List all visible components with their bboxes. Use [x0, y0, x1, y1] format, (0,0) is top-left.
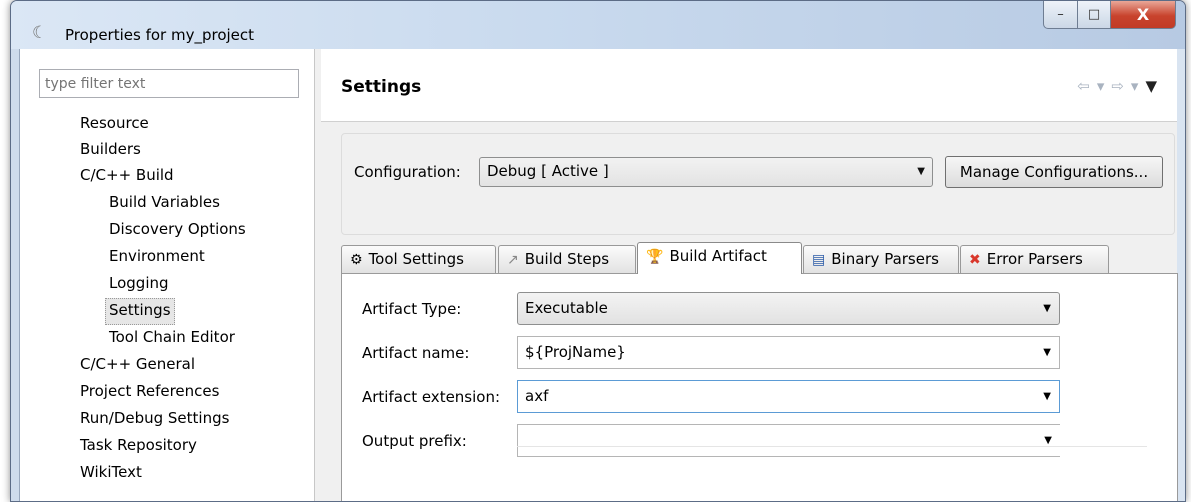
tab-binary-parsers[interactable]: ▤ Binary Parsers [803, 245, 959, 273]
tree-item-task-repository[interactable]: Task Repository [80, 433, 197, 458]
maximize-icon: □ [1087, 7, 1101, 22]
chevron-down-icon: ▼ [917, 166, 925, 177]
filter-input[interactable] [39, 69, 299, 98]
window-title: Properties for my_project [65, 26, 255, 44]
tab-label: Tool Settings [368, 250, 464, 268]
settings-page: Settings ⇦ ▾ ⇨ ▾ ▼ Configuration: Debug … [321, 49, 1178, 501]
artifact-extension-combo[interactable]: axf ▼ [517, 380, 1060, 413]
chevron-down-icon: ▼ [1043, 303, 1051, 314]
tree-item-environment[interactable]: Environment [109, 244, 205, 269]
artifact-type-label: Artifact Type: [362, 300, 462, 318]
tree-item-tool-chain-editor[interactable]: Tool Chain Editor [109, 325, 235, 350]
tree-item-run-debug-settings[interactable]: Run/Debug Settings [80, 406, 229, 431]
navigation-pane: Resource Builders C/C++ Build Build Vari… [20, 49, 314, 501]
trophy-icon: 🏆 [646, 249, 664, 265]
properties-window: ☾ Properties for my_project – □ X Resour… [10, 0, 1186, 502]
tree-item-settings[interactable]: Settings [105, 298, 175, 325]
configuration-select[interactable]: Debug [ Active ] ▼ [479, 157, 933, 187]
output-prefix-combo[interactable]: ▼ [517, 424, 1060, 457]
tree-item-builders[interactable]: Builders [80, 137, 141, 162]
back-dropdown-icon[interactable]: ▾ [1097, 77, 1105, 95]
manage-configurations-button[interactable]: Manage Configurations... [945, 156, 1163, 188]
configuration-value: Debug [ Active ] [487, 162, 609, 180]
tree-item-wikitext[interactable]: WikiText [80, 460, 142, 485]
chevron-down-icon: ▼ [1043, 347, 1051, 358]
artifact-name-label: Artifact name: [362, 344, 470, 362]
build-artifact-panel: Artifact Type: Executable ▼ Artifact nam… [341, 273, 1178, 501]
tab-error-parsers[interactable]: ✖ Error Parsers [960, 245, 1109, 273]
tab-label: Build Steps [524, 250, 610, 268]
artifact-extension-label: Artifact extension: [362, 388, 501, 406]
artifact-name-value: ${ProjName} [525, 343, 626, 361]
configuration-label: Configuration: [354, 163, 461, 181]
window-frame [11, 49, 19, 501]
maximize-button[interactable]: □ [1078, 1, 1111, 29]
build-steps-icon: ↗ [507, 252, 519, 268]
separator [517, 446, 1147, 447]
tab-build-artifact[interactable]: 🏆 Build Artifact [637, 242, 802, 274]
tab-label: Error Parsers [986, 250, 1083, 268]
tree-item-build-variables[interactable]: Build Variables [109, 190, 220, 215]
tree-item-cpp-general[interactable]: C/C++ General [80, 352, 195, 377]
back-arrow-icon[interactable]: ⇦ [1077, 77, 1090, 95]
artifact-extension-value: axf [525, 387, 549, 405]
forward-arrow-icon[interactable]: ⇨ [1111, 77, 1124, 95]
tree-item-logging[interactable]: Logging [109, 271, 169, 296]
tab-build-steps[interactable]: ↗ Build Steps [498, 245, 636, 273]
tree-item-discovery-options[interactable]: Discovery Options [109, 217, 246, 242]
forward-dropdown-icon[interactable]: ▾ [1131, 77, 1139, 95]
binary-icon: ▤ [812, 252, 826, 268]
tab-label: Binary Parsers [831, 250, 939, 268]
tab-tool-settings[interactable]: ⚙ Tool Settings [341, 245, 496, 273]
tab-label: Build Artifact [669, 247, 767, 265]
gear-icon: ⚙ [350, 252, 363, 268]
tree-item-project-references[interactable]: Project References [80, 379, 219, 404]
page-header: Settings ⇦ ▾ ⇨ ▾ ▼ [321, 49, 1177, 122]
artifact-name-combo[interactable]: ${ProjName} ▼ [517, 336, 1060, 369]
artifact-type-value: Executable [525, 299, 608, 317]
view-menu-icon[interactable]: ▼ [1145, 77, 1157, 95]
minimize-button[interactable]: – [1043, 1, 1078, 29]
chevron-down-icon: ▼ [1043, 391, 1051, 402]
tree-item-resource[interactable]: Resource [80, 111, 149, 136]
artifact-type-select[interactable]: Executable ▼ [517, 292, 1060, 325]
eclipse-icon: ☾ [32, 23, 48, 43]
configuration-group: Configuration: Debug [ Active ] ▼ Manage… [341, 133, 1175, 235]
dialog-client: Resource Builders C/C++ Build Build Vari… [19, 49, 1178, 501]
window-controls: – □ X [1043, 1, 1176, 29]
close-icon: X [1136, 5, 1150, 24]
page-title: Settings [341, 77, 422, 97]
page-navigation: ⇦ ▾ ⇨ ▾ ▼ [1077, 77, 1157, 95]
minimize-icon: – [1057, 7, 1064, 22]
error-icon: ✖ [969, 252, 981, 268]
output-prefix-label: Output prefix: [362, 432, 467, 450]
chevron-down-icon: ▼ [1044, 435, 1052, 446]
tree-item-cpp-build[interactable]: C/C++ Build [80, 163, 174, 188]
title-bar[interactable]: ☾ Properties for my_project – □ X [11, 1, 1185, 49]
close-button[interactable]: X [1111, 1, 1176, 29]
